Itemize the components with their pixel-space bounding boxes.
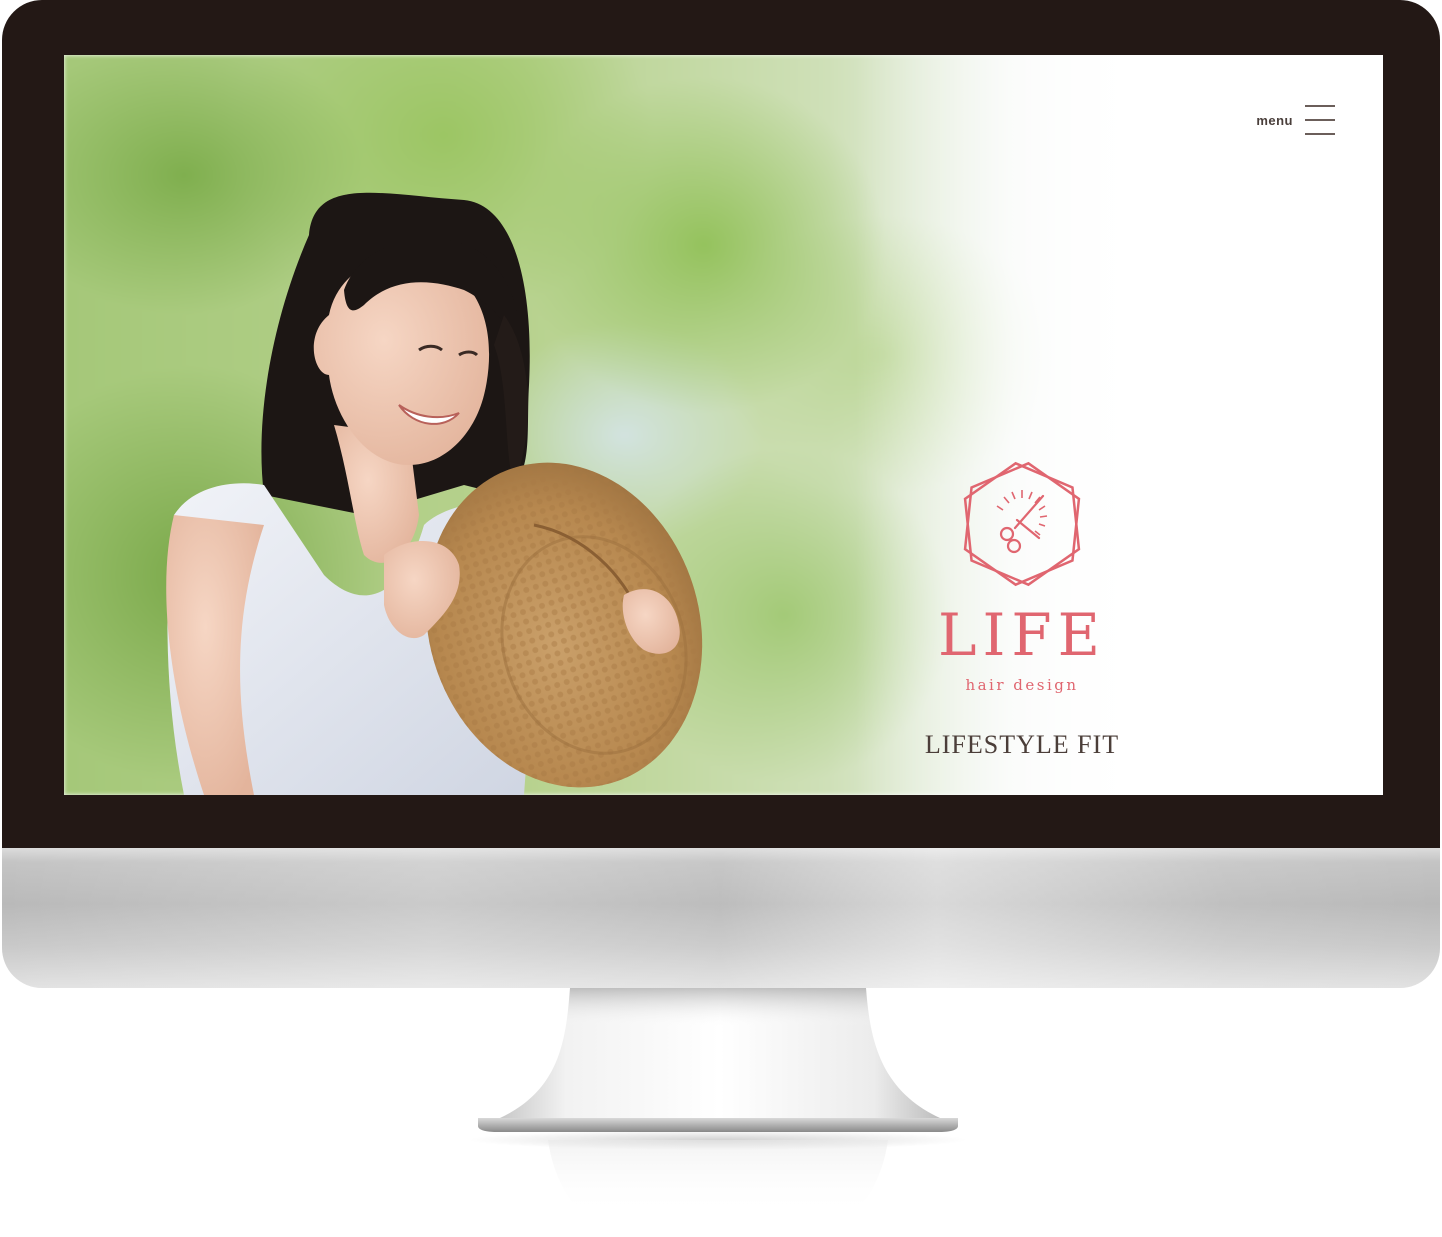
scissors-hexagon-icon <box>963 461 1081 587</box>
monitor-chin <box>2 848 1440 988</box>
hero-tagline: LIFESTYLE FIT <box>924 730 1120 759</box>
menu-label: menu <box>1256 112 1293 128</box>
hero-model-image <box>166 192 703 795</box>
logo-subtitle: hair design <box>965 676 1079 694</box>
logo-wordmark: LIFE <box>937 601 1106 669</box>
website-screen: menu LIFE hair design LIFESTYLE FIT <box>64 55 1383 795</box>
hamburger-icon <box>1305 104 1335 136</box>
menu-button[interactable]: menu <box>1245 103 1335 137</box>
brand-logo[interactable]: LIFE hair design LIFESTYLE FIT <box>904 460 1140 790</box>
